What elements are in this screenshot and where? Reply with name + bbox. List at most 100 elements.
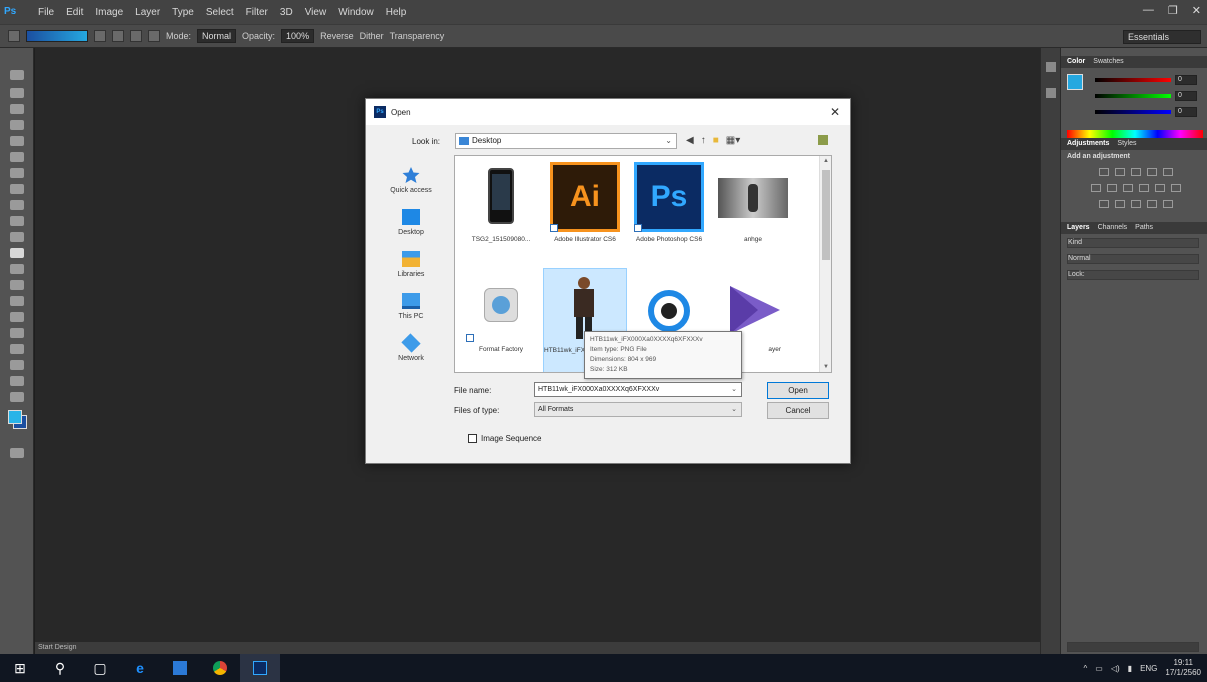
lasso-tool-icon[interactable] [10, 104, 24, 114]
shape-tool-icon[interactable] [10, 344, 24, 354]
photo-filter-icon[interactable] [1139, 184, 1149, 192]
menu-edit[interactable]: Edit [60, 7, 89, 18]
layers-footer-buttons[interactable] [1067, 642, 1199, 652]
tab-styles[interactable]: Styles [1117, 138, 1136, 150]
menu-3d[interactable]: 3D [274, 7, 299, 18]
gradient-tool-icon[interactable] [8, 30, 20, 42]
brush-tool-icon[interactable] [10, 184, 24, 194]
task-view-icon[interactable]: ▢ [80, 654, 120, 682]
file-list-scrollbar[interactable]: ▲ ▼ [819, 156, 831, 372]
scroll-up-icon[interactable]: ▲ [823, 158, 829, 164]
dither-checkbox[interactable]: Dither [360, 31, 384, 41]
tab-paths[interactable]: Paths [1135, 222, 1153, 234]
file-item[interactable]: Format Factory [459, 268, 543, 372]
gradient-map-icon[interactable] [1147, 200, 1157, 208]
angle-gradient-icon[interactable] [130, 30, 142, 42]
fg-color-preview[interactable] [1067, 74, 1083, 90]
file-item[interactable]: anhge [711, 158, 795, 264]
posterize-icon[interactable] [1115, 200, 1125, 208]
green-value[interactable]: 0 [1175, 91, 1197, 101]
preview-icon[interactable] [818, 135, 828, 145]
workspace-switcher[interactable]: Essentials [1123, 30, 1201, 44]
menu-help[interactable]: Help [380, 7, 413, 18]
crop-tool-icon[interactable] [10, 136, 24, 146]
gradient-picker[interactable] [26, 30, 88, 42]
color-lookup-icon[interactable] [1171, 184, 1181, 192]
selective-color-icon[interactable] [1163, 200, 1173, 208]
place-this-pc[interactable]: This PC [378, 293, 444, 320]
foreground-color-swatch[interactable] [8, 410, 22, 424]
tab-channels[interactable]: Channels [1098, 222, 1128, 234]
gradient-tool-icon[interactable] [10, 248, 24, 258]
scroll-down-icon[interactable]: ▼ [823, 364, 829, 370]
layer-blend-mode[interactable]: Normal [1067, 254, 1199, 264]
blue-slider[interactable] [1095, 110, 1171, 114]
blur-tool-icon[interactable] [10, 264, 24, 274]
radial-gradient-icon[interactable] [112, 30, 124, 42]
transparency-checkbox[interactable]: Transparency [390, 31, 445, 41]
document-tab[interactable]: Start Design [38, 644, 77, 651]
menu-select[interactable]: Select [200, 7, 240, 18]
black-white-icon[interactable] [1123, 184, 1133, 192]
layer-filter-kind[interactable]: Kind [1067, 238, 1199, 248]
hand-tool-icon[interactable] [10, 360, 24, 370]
pen-tool-icon[interactable] [10, 296, 24, 306]
curves-icon[interactable] [1131, 168, 1141, 176]
clone-stamp-tool-icon[interactable] [10, 200, 24, 210]
properties-panel-icon[interactable] [1046, 88, 1056, 98]
levels-icon[interactable] [1115, 168, 1125, 176]
mode-select[interactable]: Normal [197, 29, 237, 43]
menu-filter[interactable]: Filter [240, 7, 274, 18]
back-icon[interactable]: ◀ [686, 135, 694, 146]
close-button[interactable]: ✕ [1192, 4, 1201, 17]
place-desktop[interactable]: Desktop [378, 209, 444, 236]
search-icon[interactable]: ⚲ [40, 654, 80, 682]
look-in-select[interactable]: Desktop ⌄ [455, 133, 677, 149]
menu-file[interactable]: File [32, 7, 60, 18]
history-panel-icon[interactable] [1046, 62, 1056, 72]
eraser-tool-icon[interactable] [10, 232, 24, 242]
threshold-icon[interactable] [1131, 200, 1141, 208]
quick-select-tool-icon[interactable] [10, 120, 24, 130]
volume-icon[interactable]: ◁) [1111, 664, 1120, 673]
image-sequence-option[interactable]: Image Sequence [468, 434, 542, 443]
scrollbar-thumb[interactable] [822, 170, 830, 260]
zoom-tool-icon[interactable] [10, 376, 24, 386]
tab-layers[interactable]: Layers [1067, 222, 1090, 234]
exposure-icon[interactable] [1147, 168, 1157, 176]
menu-image[interactable]: Image [89, 7, 129, 18]
view-menu-icon[interactable]: ▦▾ [726, 135, 740, 146]
quick-mask-icon[interactable] [10, 448, 24, 458]
layer-lock-row[interactable]: Lock: [1067, 270, 1199, 280]
place-network[interactable]: Network [378, 333, 444, 362]
history-brush-tool-icon[interactable] [10, 216, 24, 226]
menu-window[interactable]: Window [332, 7, 380, 18]
up-folder-icon[interactable]: ↑ [701, 135, 706, 146]
reverse-checkbox[interactable]: Reverse [320, 31, 354, 41]
channel-mixer-icon[interactable] [1155, 184, 1165, 192]
file-type-select[interactable]: All Formats ⌄ [534, 402, 742, 417]
tab-color[interactable]: Color [1067, 56, 1085, 68]
file-item[interactable]: Ps Adobe Photoshop CS6 [627, 158, 711, 264]
image-sequence-checkbox[interactable] [468, 434, 477, 443]
more-tools-icon[interactable] [10, 392, 24, 402]
red-value[interactable]: 0 [1175, 75, 1197, 85]
menu-layer[interactable]: Layer [129, 7, 166, 18]
store-icon[interactable] [160, 654, 200, 682]
type-tool-icon[interactable] [10, 312, 24, 322]
new-folder-icon[interactable]: ■ [713, 135, 719, 146]
dialog-close-button[interactable]: ✕ [830, 105, 840, 119]
place-quick-access[interactable]: Quick access [378, 167, 444, 194]
maximize-button[interactable]: ❐ [1168, 4, 1178, 17]
green-slider[interactable] [1095, 94, 1171, 98]
color-balance-icon[interactable] [1107, 184, 1117, 192]
healing-tool-icon[interactable] [10, 168, 24, 178]
edge-icon[interactable]: e [120, 654, 160, 682]
vibrance-icon[interactable] [1163, 168, 1173, 176]
opacity-input[interactable]: 100% [281, 29, 315, 43]
network-status-icon[interactable]: ▭ [1095, 664, 1103, 673]
blue-value[interactable]: 0 [1175, 107, 1197, 117]
brightness-icon[interactable] [1099, 168, 1109, 176]
windows-icon[interactable]: ⊞ [0, 654, 40, 682]
notification-icon[interactable]: ▮ [1128, 664, 1132, 673]
